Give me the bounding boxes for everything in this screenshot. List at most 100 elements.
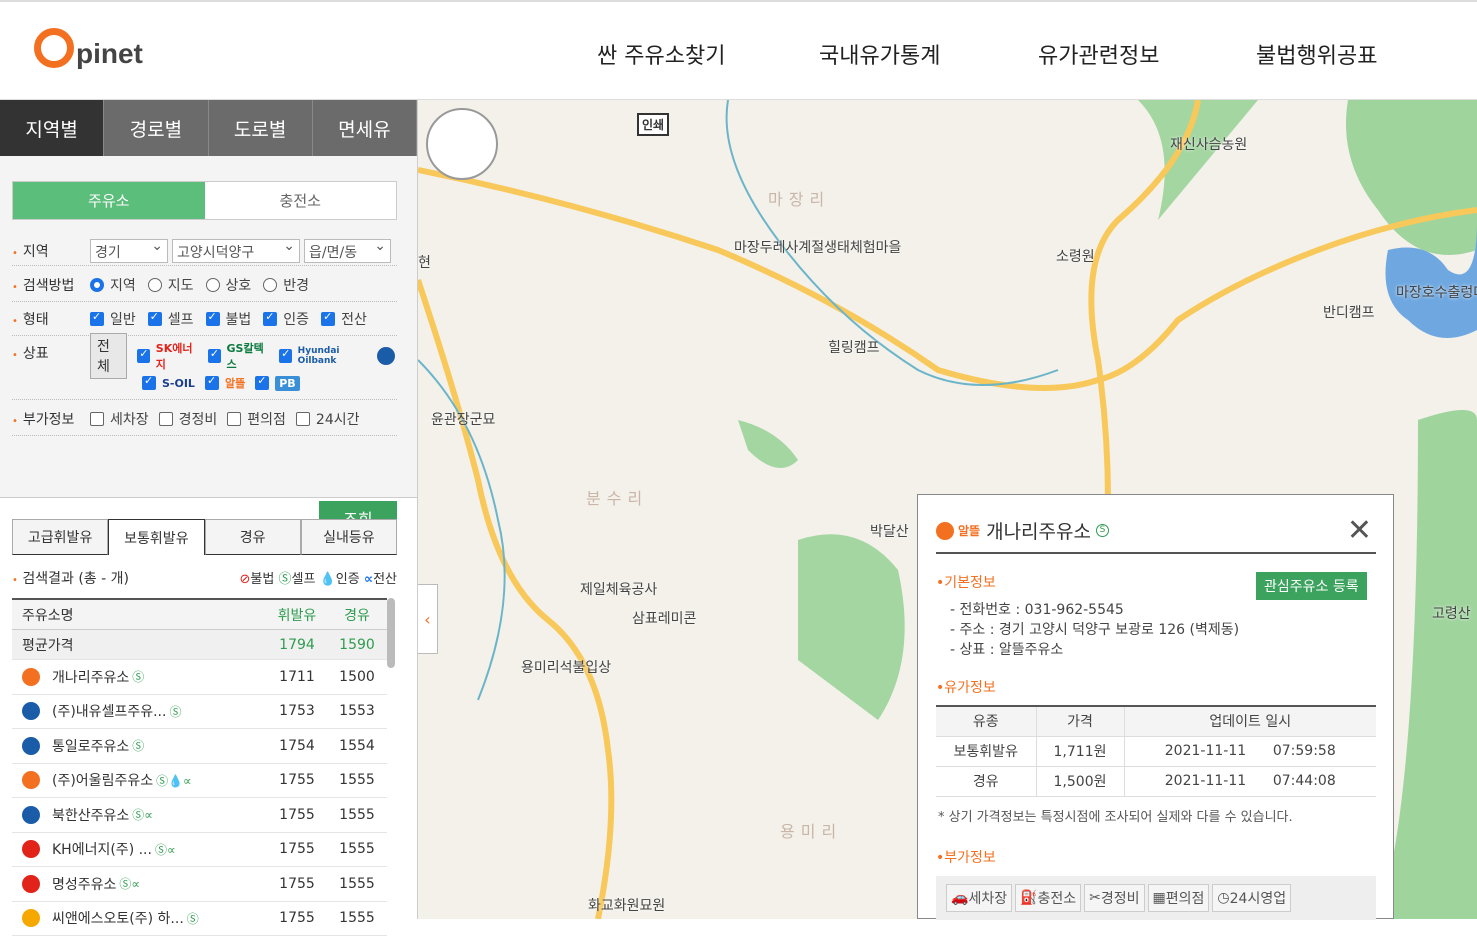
basic-info: - 전화번호 : 031-962-5545 - 주소 : 경기 고양시 덕양구 … (950, 600, 1239, 660)
carwash-icon: 🚗 (951, 890, 968, 906)
tab-route[interactable]: 경로별 (104, 100, 208, 156)
check-repair[interactable]: 경정비 (159, 409, 218, 429)
brand-label: 상표 (12, 343, 90, 363)
carwash-badge: 🚗세차장 (946, 884, 1012, 912)
diesel-price: 1500 (327, 669, 387, 685)
table-row[interactable]: 북한산주유소Ⓢ∝17551555 (12, 798, 387, 833)
fuel-price: 1,711원 (1036, 736, 1124, 766)
extra-services: 🚗세차장⛽충전소✂경정비▦편의점◷24시영업 (936, 876, 1376, 920)
table-row[interactable]: (주)어울림주유소Ⓢ💧∝17551555 (12, 764, 387, 799)
tab-kerosene[interactable]: 실내등유 (301, 519, 397, 555)
legend-self: 셀프 (292, 572, 316, 587)
opinet-logo[interactable]: pinet (34, 28, 143, 68)
favorite-button[interactable]: 관심주유소 등록 (1256, 572, 1367, 600)
diesel-price: 1555 (327, 876, 387, 892)
brand-altteul-check[interactable] (205, 376, 219, 390)
brand-sk-check[interactable] (137, 349, 150, 363)
panel-collapse-button[interactable]: ‹ (418, 584, 438, 654)
gasoline-price: 1755 (267, 807, 327, 823)
nav-price-info[interactable]: 유가관련정보 (1038, 38, 1159, 70)
radio-radius[interactable]: 반경 (263, 275, 309, 295)
check-self[interactable]: 셀프 (148, 309, 194, 329)
station-name[interactable]: 씨앤에스오토(주) 하... (52, 908, 184, 928)
station-name[interactable]: 통일로주유소 (52, 736, 129, 756)
brand-pb-check[interactable] (255, 376, 269, 390)
table-header: 주유소명 휘발유 경유 (12, 598, 387, 630)
checkbox (148, 312, 162, 326)
table-row[interactable]: 통일로주유소Ⓢ17541554 (12, 729, 387, 764)
radio-name[interactable]: 상호 (206, 275, 252, 295)
update-date: 2021-11-11 (1165, 773, 1246, 789)
gasoline-price: 1753 (267, 703, 327, 719)
check-carwash[interactable]: 세차장 (90, 409, 149, 429)
radio-dot (263, 278, 277, 292)
table-row[interactable]: 명성주유소Ⓢ∝17551555 (12, 867, 387, 902)
nav-cheap-station[interactable]: 싼 주유소찾기 (597, 38, 725, 70)
map-place-label: 마장리 (768, 186, 830, 210)
brand-hyundai-check[interactable] (279, 349, 292, 363)
radio-label: 상호 (226, 275, 252, 295)
nav-illegal[interactable]: 불법행위공표 (1256, 38, 1377, 70)
segment-charging-station[interactable]: 충전소 (205, 182, 397, 219)
check-store[interactable]: 편의점 (227, 409, 286, 429)
check-general[interactable]: 일반 (90, 309, 136, 329)
pan-control[interactable] (426, 108, 498, 180)
brand-all-button[interactable]: 전체 (90, 333, 127, 379)
close-icon[interactable]: ✕ (1347, 513, 1372, 548)
check-24h[interactable]: 24시간 (296, 409, 360, 429)
tab-road[interactable]: 도로별 (209, 100, 313, 156)
avg-label: 평균가격 (22, 635, 267, 655)
table-row[interactable]: KH에너지(주) ...Ⓢ∝17551555 (12, 833, 387, 868)
extra-label: 경정비 (1101, 888, 1140, 908)
avg-diesel: 1590 (327, 637, 387, 653)
extra-label: 세차장 (968, 888, 1007, 908)
station-name[interactable]: KH에너지(주) ... (52, 839, 152, 859)
altteul-icon (936, 522, 954, 540)
basic-info-label: 기본정보 (944, 575, 996, 591)
check-computerized[interactable]: 전산 (321, 309, 367, 329)
list-scrollbar[interactable] (387, 598, 395, 668)
check-certified[interactable]: 인증 (263, 309, 309, 329)
station-name-cell: (주)내유셀프주유...Ⓢ (22, 701, 267, 721)
diesel-price: 1554 (327, 738, 387, 754)
hyundai-icon (22, 806, 40, 824)
tab-premium-gasoline[interactable]: 고급휘발유 (12, 519, 108, 555)
radio-region[interactable]: 지역 (90, 275, 136, 295)
station-name[interactable]: 명성주유소 (52, 874, 116, 894)
gasoline-price: 1711 (267, 669, 327, 685)
dong-select[interactable]: 읍/면/동 (304, 239, 391, 263)
method-label: 검색방법 (12, 275, 90, 295)
nav-domestic-stats[interactable]: 국내유가통계 (819, 38, 940, 70)
type-row: 형태 일반 셀프 불법 인증 전산 (12, 302, 397, 336)
extra-info-label: 부가정보 (944, 850, 996, 866)
type-label: 형태 (12, 309, 90, 329)
check-label: 셀프 (168, 309, 194, 329)
brand-soil-check[interactable] (142, 376, 156, 390)
check-illegal[interactable]: 불법 (206, 309, 252, 329)
table-row[interactable]: 개나리주유소Ⓢ17111500 (12, 660, 387, 695)
logo-o-mark (34, 28, 74, 68)
station-name[interactable]: 개나리주유소 (52, 667, 129, 687)
diesel-price: 1555 (327, 807, 387, 823)
repair-badge: ✂경정비 (1084, 884, 1144, 912)
address-text: - 주소 : 경기 고양시 덕양구 보광로 126 (벽제동) (950, 620, 1239, 640)
station-name-cell: (주)어울림주유소Ⓢ💧∝ (22, 770, 267, 790)
brand-sk-logo: SK에너지 (156, 340, 198, 372)
print-button[interactable]: 인쇄 (637, 113, 669, 136)
update-date: 2021-11-11 (1165, 743, 1246, 759)
segment-gas-station[interactable]: 주유소 (13, 182, 205, 219)
updated-at: 2021-11-11 07:59:58 (1124, 736, 1376, 766)
sigungu-select[interactable]: 고양시덕양구 (172, 239, 300, 263)
radio-map[interactable]: 지도 (148, 275, 194, 295)
tab-gasoline[interactable]: 보통휘발유 (108, 519, 204, 555)
tab-diesel[interactable]: 경유 (205, 519, 301, 555)
station-name[interactable]: 북한산주유소 (52, 805, 129, 825)
table-row[interactable]: (주)내유셀프주유...Ⓢ17531553 (12, 695, 387, 730)
brand-gs-check[interactable] (208, 349, 221, 363)
sido-select[interactable]: 경기 (90, 239, 168, 263)
station-name[interactable]: (주)내유셀프주유... (52, 701, 166, 721)
brand-hyundai-logo: Hyundai Oilbank (298, 346, 373, 366)
tab-taxfree[interactable]: 면세유 (313, 100, 417, 156)
tab-region[interactable]: 지역별 (0, 100, 104, 156)
station-name[interactable]: (주)어울림주유소 (52, 770, 153, 790)
